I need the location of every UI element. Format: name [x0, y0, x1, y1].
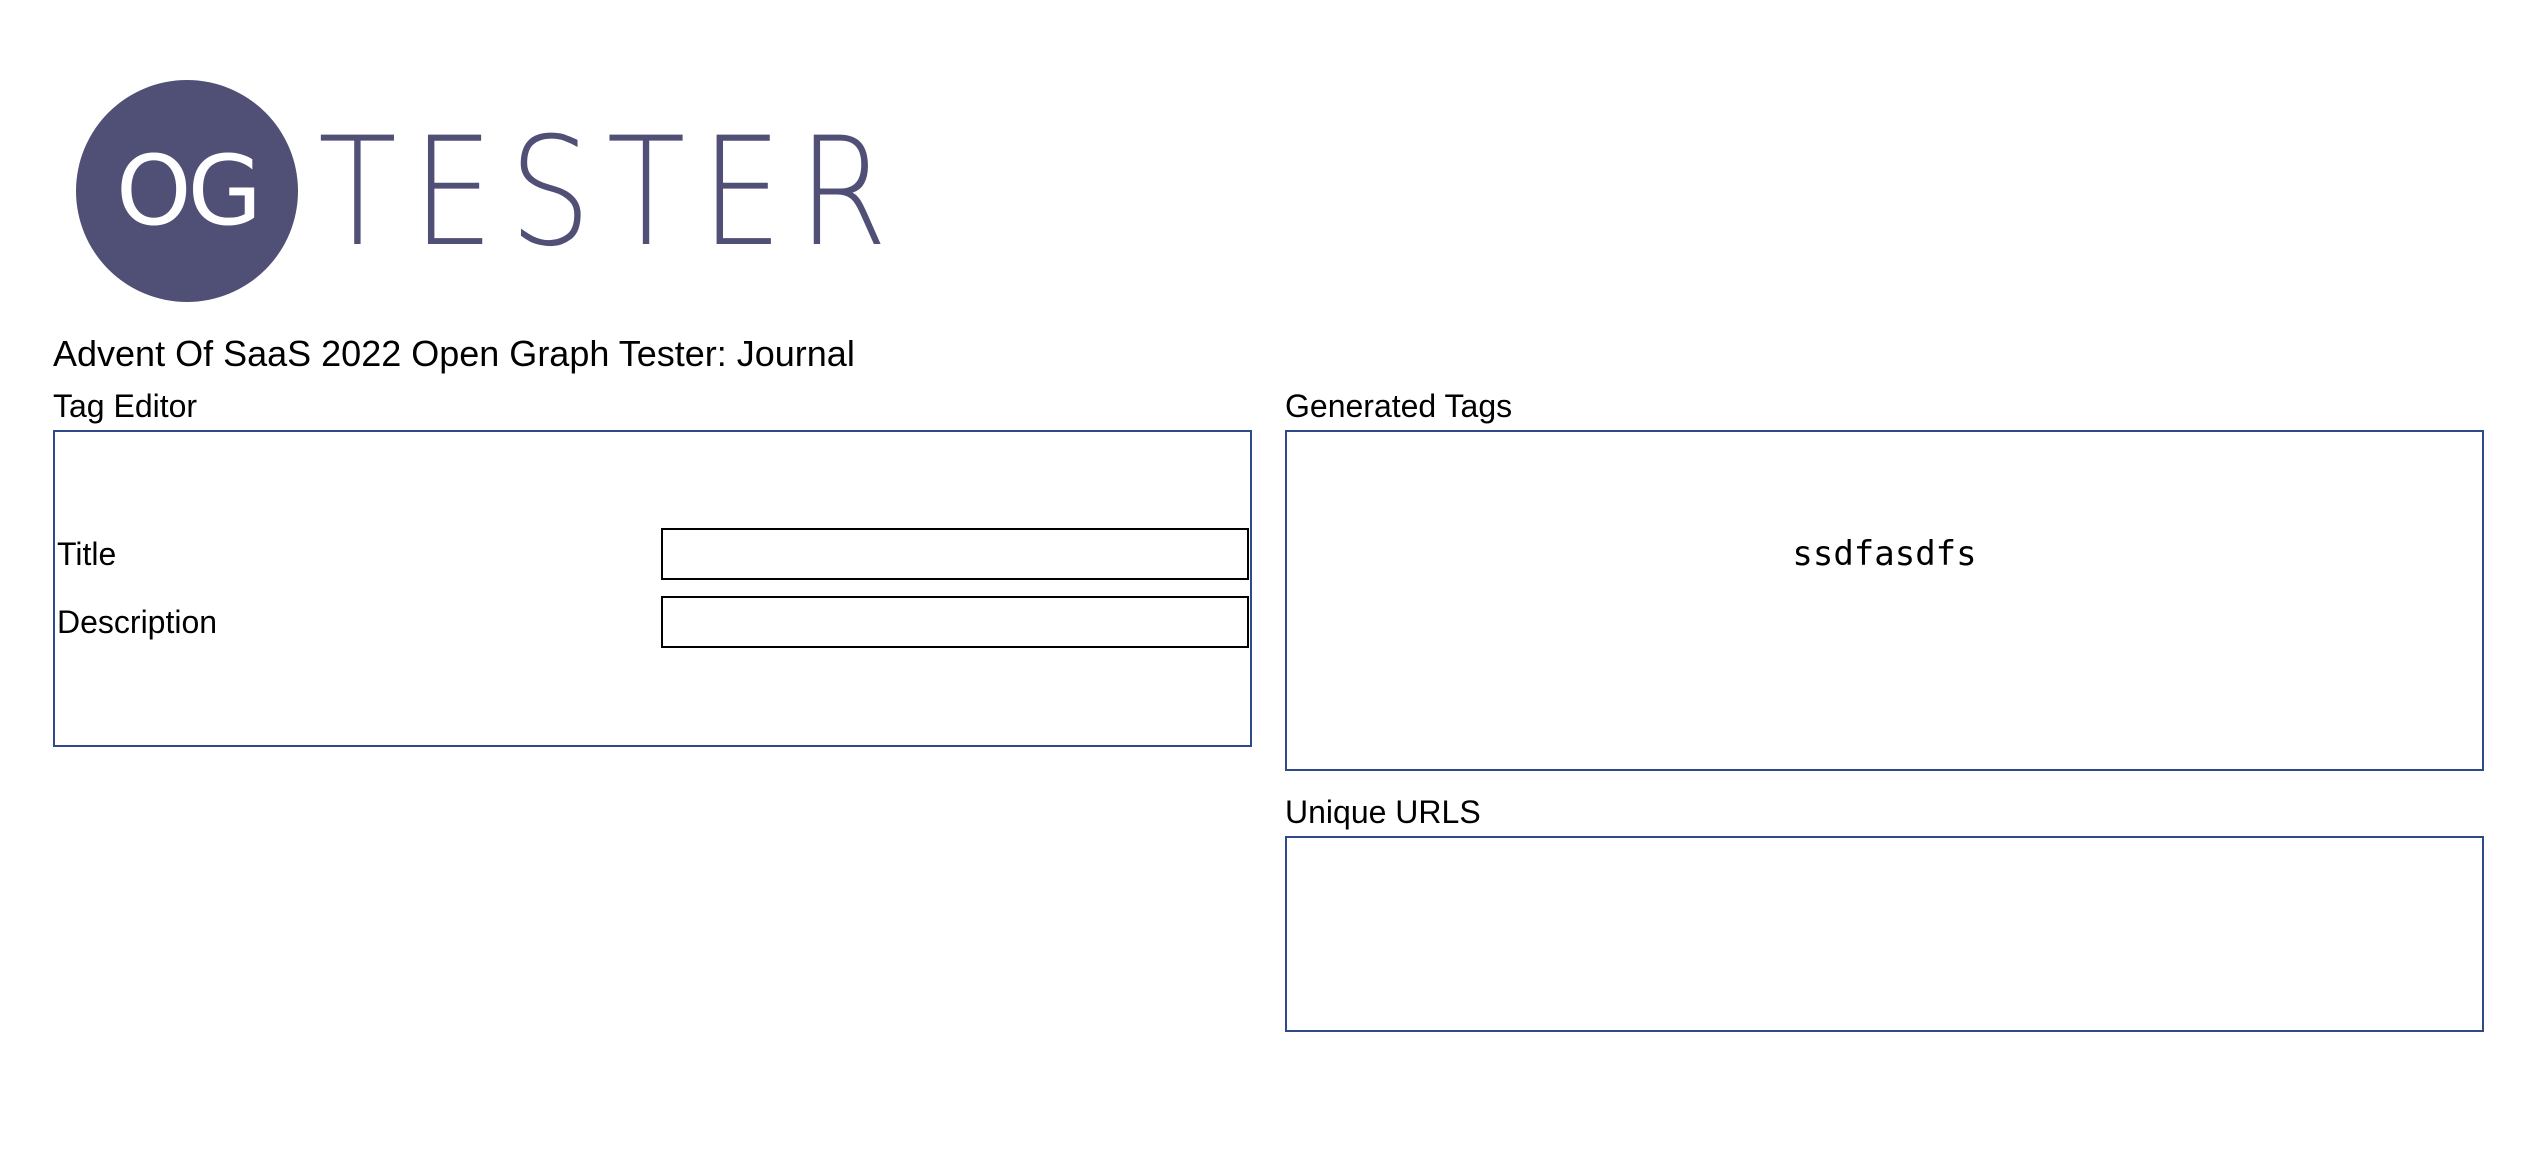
description-input[interactable]: [661, 596, 1249, 648]
tag-editor-panel: Title Description: [53, 430, 1252, 747]
unique-urls-label: Unique URLS: [1285, 794, 1481, 830]
title-field-row: Title: [55, 528, 1250, 580]
page-title: Advent Of SaaS 2022 Open Graph Tester: J…: [53, 333, 855, 374]
og-tester-logo: OG TESTER: [76, 80, 998, 302]
title-input[interactable]: [661, 528, 1249, 580]
logo-badge-text: OG: [116, 135, 262, 247]
generated-tags-panel: ssdfasdfs: [1285, 430, 2484, 771]
unique-urls-panel: [1285, 836, 2484, 1032]
description-field-row: Description: [55, 596, 1250, 648]
page: OG TESTER Advent Of SaaS 2022 Open Graph…: [0, 0, 2532, 1164]
generated-tags-output: ssdfasdfs: [1792, 534, 1977, 574]
generated-tags-label: Generated Tags: [1285, 388, 1513, 424]
title-field-label: Title: [57, 536, 117, 572]
description-field-label: Description: [57, 604, 218, 640]
tag-editor-label: Tag Editor: [53, 388, 198, 424]
logo-wordmark: TESTER: [318, 106, 904, 280]
logo-badge: OG: [76, 80, 298, 302]
